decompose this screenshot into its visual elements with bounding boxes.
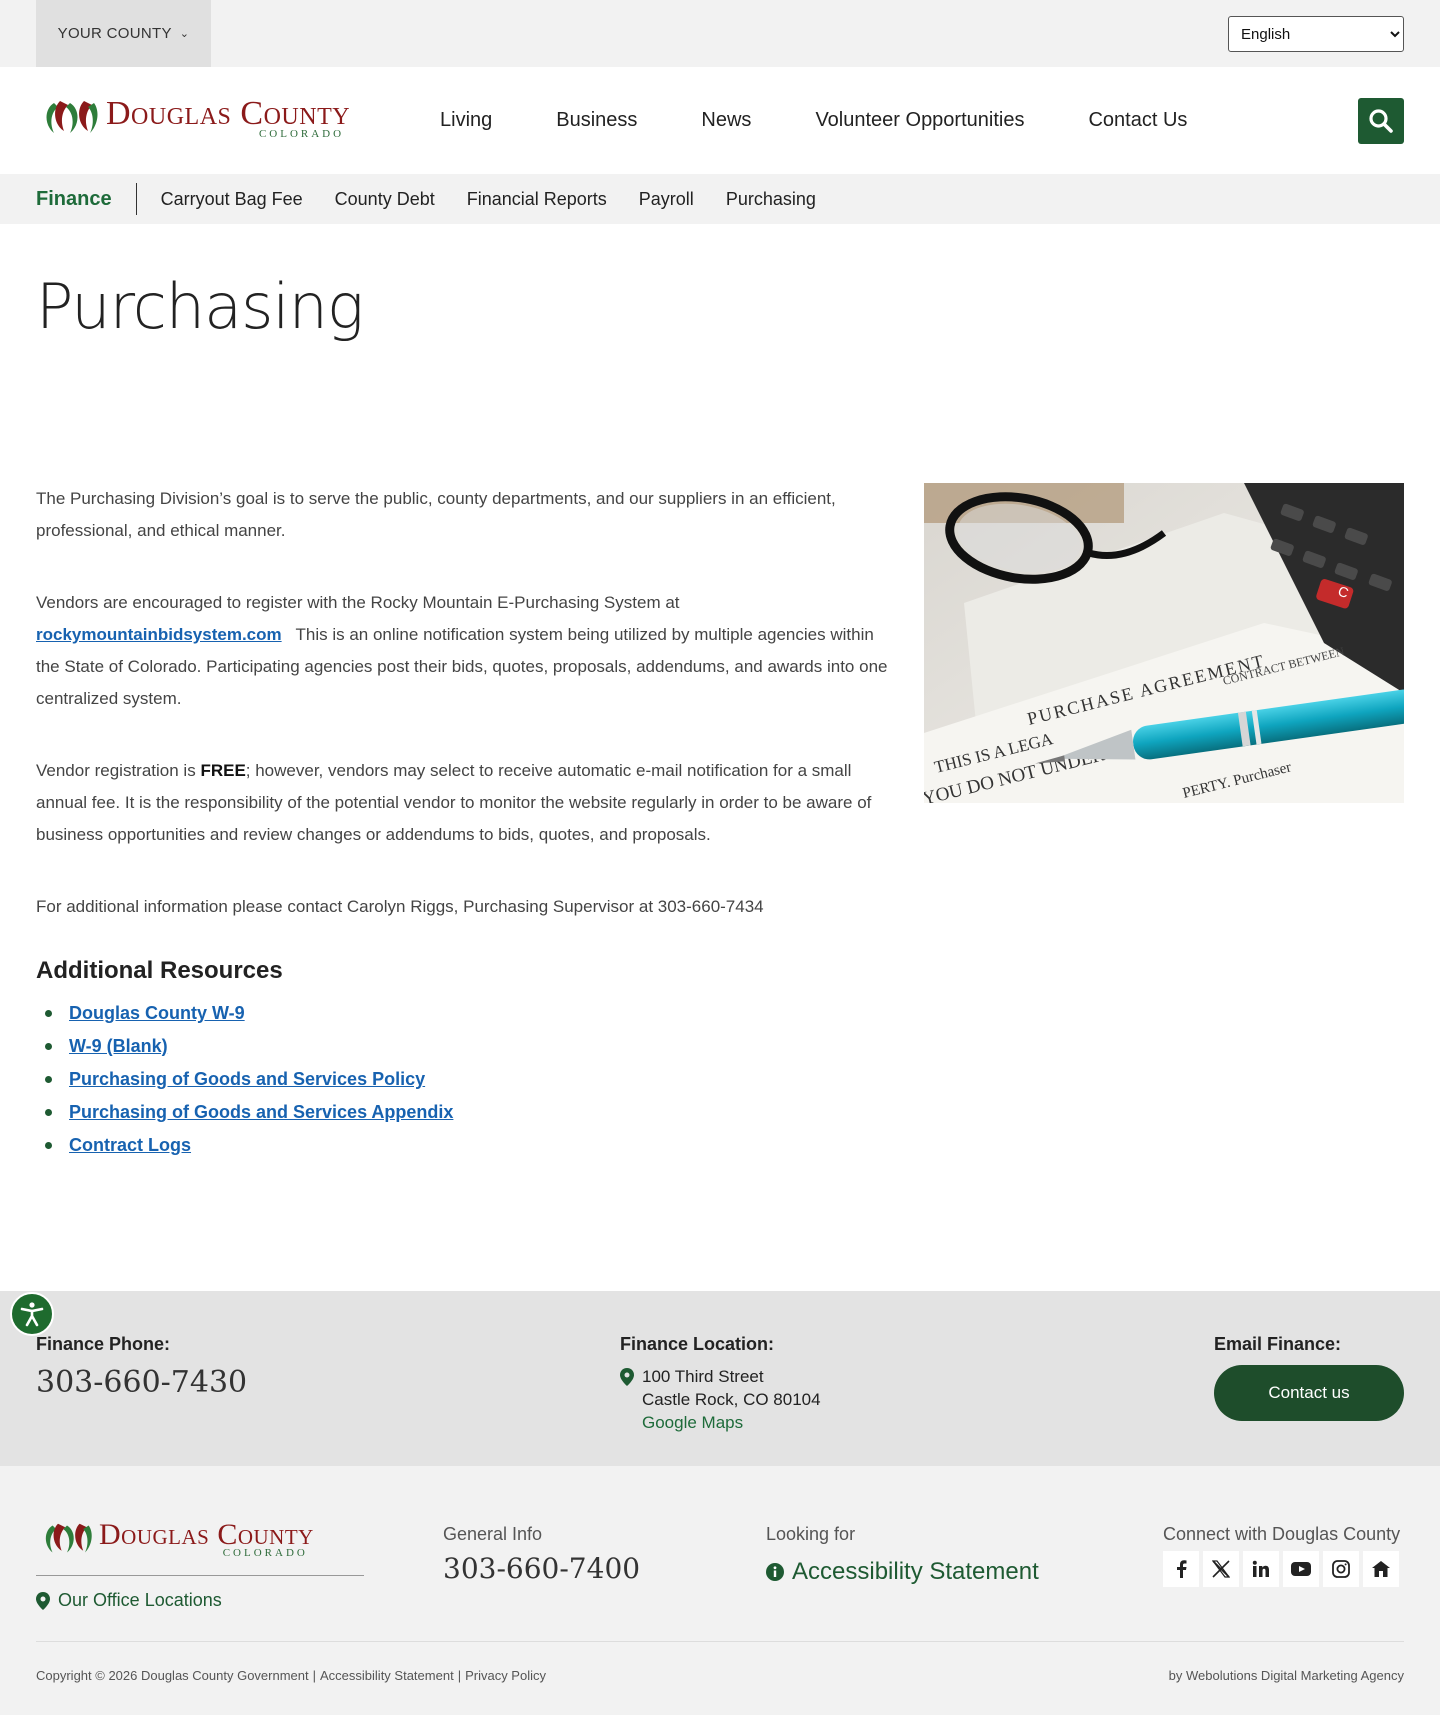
agency-credit-link[interactable]: by Webolutions Digital Marketing Agency	[1169, 1668, 1404, 1683]
subnav-financial-reports[interactable]: Financial Reports	[467, 189, 607, 210]
privacy-policy-link[interactable]: Privacy Policy	[465, 1668, 546, 1683]
general-info-label: General Info	[443, 1524, 543, 1544]
nav-volunteer-opportunities[interactable]: Volunteer Opportunities	[815, 109, 1024, 132]
your-county-dropdown[interactable]: YOUR COUNTY ⌄	[36, 0, 211, 67]
resource-appendix-link[interactable]: Purchasing of Goods and Services Appendi…	[69, 1102, 453, 1122]
accessibility-icon	[20, 1302, 44, 1327]
list-item: Purchasing of Goods and Services Policy	[36, 1063, 902, 1096]
copyright-bar: Copyright © 2026 Douglas County Governme…	[36, 1668, 546, 1683]
logo-mark-icon	[40, 95, 100, 141]
subnav-carryout-bag-fee[interactable]: Carryout Bag Fee	[161, 189, 303, 210]
map-pin-icon	[620, 1368, 634, 1386]
list-item: Contract Logs	[36, 1129, 902, 1162]
info-icon	[766, 1563, 784, 1581]
youtube-icon[interactable]	[1283, 1551, 1319, 1587]
resource-w9-link[interactable]: Douglas County W-9	[69, 1003, 245, 1023]
search-button[interactable]	[1358, 98, 1404, 144]
vendor-register-paragraph: Vendors are encouraged to register with …	[36, 587, 902, 715]
page-title: Purchasing	[36, 270, 364, 343]
accessibility-widget-button[interactable]	[10, 1292, 54, 1336]
copyright-accessibility-link[interactable]: Accessibility Statement	[320, 1668, 454, 1683]
section-subnav: Finance Carryout Bag Fee County Debt Fin…	[0, 174, 1440, 224]
vendor-free-paragraph: Vendor registration is FREE; however, ve…	[36, 755, 902, 851]
site-header: Douglas County COLORADO Living Business …	[0, 67, 1440, 174]
finance-phone-link[interactable]: 303-660-7430	[36, 1365, 247, 1400]
vendor-register-text: Vendors are encouraged to register with …	[36, 593, 680, 612]
resource-w9-blank-link[interactable]: W-9 (Blank)	[69, 1036, 168, 1056]
subnav-purchasing[interactable]: Purchasing	[726, 189, 816, 210]
email-finance-label: Email Finance:	[1214, 1334, 1342, 1354]
nav-contact-us[interactable]: Contact Us	[1088, 109, 1187, 132]
list-item: Douglas County W-9	[36, 997, 902, 1030]
resource-policy-link[interactable]: Purchasing of Goods and Services Policy	[69, 1069, 425, 1089]
finance-location-block: Finance Location: 100 Third Street Castl…	[620, 1334, 821, 1434]
footer-logo-divider	[36, 1575, 364, 1576]
footer-logo[interactable]: Douglas County COLORADO	[40, 1518, 314, 1560]
accessibility-statement-label: Accessibility Statement	[792, 1558, 1039, 1585]
subnav-payroll[interactable]: Payroll	[639, 189, 694, 210]
office-locations-link[interactable]: Our Office Locations	[36, 1590, 222, 1611]
list-item: W-9 (Blank)	[36, 1030, 902, 1063]
resources-list: Douglas County W-9 W-9 (Blank) Purchasin…	[36, 997, 902, 1162]
resource-contract-logs-link[interactable]: Contract Logs	[69, 1135, 191, 1155]
nav-business[interactable]: Business	[556, 109, 637, 132]
logo-name: Douglas County	[106, 94, 351, 132]
google-maps-link[interactable]: Google Maps	[642, 1413, 743, 1432]
utility-bar: YOUR COUNTY ⌄ English	[0, 0, 1440, 67]
map-pin-icon	[36, 1591, 50, 1610]
your-county-label: YOUR COUNTY	[57, 25, 172, 42]
social-links	[1163, 1551, 1399, 1587]
general-phone-link[interactable]: 303-660-7400	[443, 1552, 640, 1585]
connect-label: Connect with Douglas County	[1163, 1524, 1401, 1544]
x-icon[interactable]	[1203, 1551, 1239, 1587]
looking-for-label: Looking for	[766, 1524, 856, 1544]
linkedin-icon[interactable]	[1243, 1551, 1279, 1587]
search-icon	[1369, 109, 1393, 133]
finance-location-label: Finance Location:	[620, 1334, 775, 1354]
main-content: The Purchasing Division’s goal is to ser…	[36, 483, 902, 1162]
address-line-1: 100 Third Street	[642, 1367, 764, 1386]
instagram-icon[interactable]	[1323, 1551, 1359, 1587]
nextdoor-icon[interactable]	[1363, 1551, 1399, 1587]
contact-info-paragraph: For additional information please contac…	[36, 897, 764, 916]
nav-living[interactable]: Living	[440, 109, 492, 132]
subnav-county-debt[interactable]: County Debt	[335, 189, 435, 210]
intro-paragraph: The Purchasing Division’s goal is to ser…	[36, 489, 836, 540]
facebook-icon[interactable]	[1163, 1551, 1199, 1587]
address-line-2: Castle Rock, CO 80104	[642, 1390, 821, 1409]
office-locations-label: Our Office Locations	[58, 1590, 222, 1610]
resources-heading: Additional Resources	[36, 957, 283, 984]
purchase-agreement-image: C PURCHASE AGREEMENT CONTRACT BETWEEN TH…	[924, 483, 1404, 803]
vendor-free-text: Vendor registration is	[36, 761, 196, 780]
accessibility-statement-link[interactable]: Accessibility Statement	[766, 1558, 1039, 1586]
copyright-text: Copyright © 2026 Douglas County Governme…	[36, 1668, 309, 1683]
nav-news[interactable]: News	[701, 109, 751, 132]
finance-address: 100 Third Street Castle Rock, CO 80104 G…	[620, 1365, 821, 1434]
contact-us-button[interactable]: Contact us	[1214, 1365, 1404, 1421]
finance-phone-block: Finance Phone: 303-660-7430	[36, 1334, 247, 1400]
subnav-section-finance[interactable]: Finance	[36, 183, 137, 215]
footer-logo-subtitle: COLORADO	[222, 1546, 308, 1559]
footer-rule	[36, 1641, 1404, 1642]
free-emphasis: FREE	[200, 761, 246, 780]
logo-subtitle: COLORADO	[258, 127, 345, 140]
chevron-down-icon: ⌄	[179, 28, 190, 40]
logo-mark-icon	[45, 1523, 92, 1553]
email-finance-block: Email Finance: Contact us	[1214, 1334, 1404, 1421]
rocky-mountain-bid-link[interactable]: rockymountainbidsystem.com	[36, 625, 282, 644]
footer-logo-name: Douglas County	[99, 1517, 314, 1551]
finance-phone-label: Finance Phone:	[36, 1334, 171, 1354]
main-nav: Living Business News Volunteer Opportuni…	[440, 67, 1187, 174]
list-item: Purchasing of Goods and Services Appendi…	[36, 1096, 902, 1129]
site-logo[interactable]: Douglas County COLORADO	[40, 95, 350, 141]
language-select[interactable]: English	[1228, 16, 1404, 52]
